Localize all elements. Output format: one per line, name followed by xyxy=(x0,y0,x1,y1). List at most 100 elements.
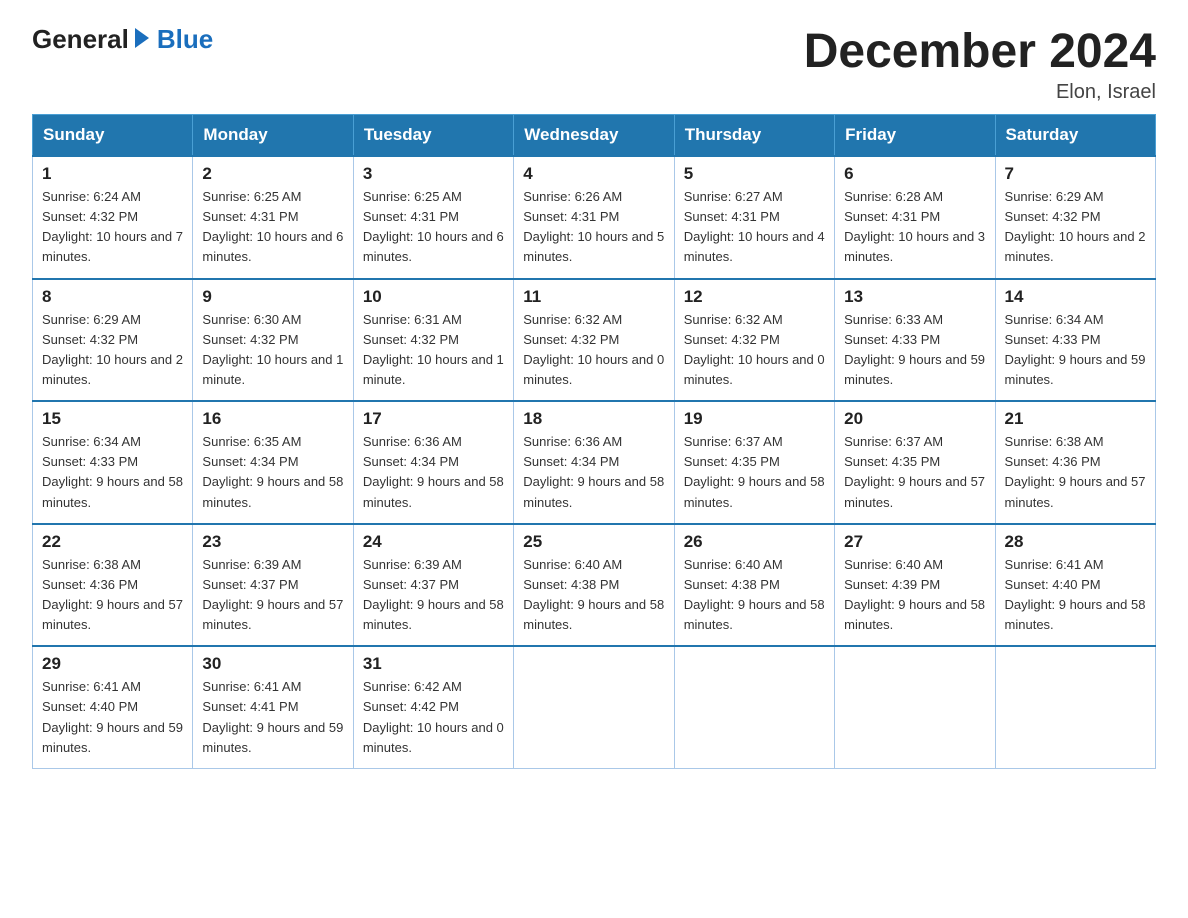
cell-date: 10 xyxy=(363,287,504,307)
header-friday: Friday xyxy=(835,115,995,157)
calendar-cell: 21 Sunrise: 6:38 AMSunset: 4:36 PMDaylig… xyxy=(995,401,1155,524)
page-header: General Blue December 2024 Elon, Israel xyxy=(32,24,1156,104)
logo-text-general: General xyxy=(32,24,129,55)
logo-arrow-icon xyxy=(135,28,149,48)
cell-info: Sunrise: 6:24 AMSunset: 4:32 PMDaylight:… xyxy=(42,189,183,264)
cell-info: Sunrise: 6:37 AMSunset: 4:35 PMDaylight:… xyxy=(844,434,985,509)
calendar-cell: 10 Sunrise: 6:31 AMSunset: 4:32 PMDaylig… xyxy=(353,279,513,402)
header-tuesday: Tuesday xyxy=(353,115,513,157)
header-saturday: Saturday xyxy=(995,115,1155,157)
cell-date: 31 xyxy=(363,654,504,674)
cell-date: 11 xyxy=(523,287,664,307)
cell-info: Sunrise: 6:34 AMSunset: 4:33 PMDaylight:… xyxy=(42,434,183,509)
cell-date: 18 xyxy=(523,409,664,429)
calendar-cell: 17 Sunrise: 6:36 AMSunset: 4:34 PMDaylig… xyxy=(353,401,513,524)
cell-date: 14 xyxy=(1005,287,1146,307)
title-block: December 2024 Elon, Israel xyxy=(804,24,1156,104)
cell-info: Sunrise: 6:39 AMSunset: 4:37 PMDaylight:… xyxy=(363,557,504,632)
calendar-cell: 28 Sunrise: 6:41 AMSunset: 4:40 PMDaylig… xyxy=(995,524,1155,647)
cell-date: 16 xyxy=(202,409,343,429)
cell-info: Sunrise: 6:32 AMSunset: 4:32 PMDaylight:… xyxy=(523,312,664,387)
weekday-header-row: Sunday Monday Tuesday Wednesday Thursday… xyxy=(33,115,1156,157)
cell-info: Sunrise: 6:41 AMSunset: 4:40 PMDaylight:… xyxy=(1005,557,1146,632)
week-row-3: 15 Sunrise: 6:34 AMSunset: 4:33 PMDaylig… xyxy=(33,401,1156,524)
cell-date: 30 xyxy=(202,654,343,674)
header-monday: Monday xyxy=(193,115,353,157)
cell-info: Sunrise: 6:27 AMSunset: 4:31 PMDaylight:… xyxy=(684,189,825,264)
calendar-cell xyxy=(514,646,674,768)
calendar-cell xyxy=(995,646,1155,768)
cell-info: Sunrise: 6:29 AMSunset: 4:32 PMDaylight:… xyxy=(42,312,183,387)
cell-info: Sunrise: 6:32 AMSunset: 4:32 PMDaylight:… xyxy=(684,312,825,387)
cell-info: Sunrise: 6:26 AMSunset: 4:31 PMDaylight:… xyxy=(523,189,664,264)
cell-info: Sunrise: 6:38 AMSunset: 4:36 PMDaylight:… xyxy=(42,557,183,632)
cell-date: 2 xyxy=(202,164,343,184)
calendar-cell: 24 Sunrise: 6:39 AMSunset: 4:37 PMDaylig… xyxy=(353,524,513,647)
calendar-cell: 26 Sunrise: 6:40 AMSunset: 4:38 PMDaylig… xyxy=(674,524,834,647)
calendar-cell: 7 Sunrise: 6:29 AMSunset: 4:32 PMDayligh… xyxy=(995,156,1155,279)
calendar-cell: 14 Sunrise: 6:34 AMSunset: 4:33 PMDaylig… xyxy=(995,279,1155,402)
calendar-cell: 5 Sunrise: 6:27 AMSunset: 4:31 PMDayligh… xyxy=(674,156,834,279)
cell-date: 28 xyxy=(1005,532,1146,552)
cell-date: 25 xyxy=(523,532,664,552)
cell-date: 20 xyxy=(844,409,985,429)
cell-date: 15 xyxy=(42,409,183,429)
calendar-cell: 4 Sunrise: 6:26 AMSunset: 4:31 PMDayligh… xyxy=(514,156,674,279)
cell-info: Sunrise: 6:41 AMSunset: 4:40 PMDaylight:… xyxy=(42,679,183,754)
calendar-cell: 1 Sunrise: 6:24 AMSunset: 4:32 PMDayligh… xyxy=(33,156,193,279)
cell-date: 7 xyxy=(1005,164,1146,184)
calendar-cell xyxy=(674,646,834,768)
calendar-table: Sunday Monday Tuesday Wednesday Thursday… xyxy=(32,114,1156,769)
calendar-cell xyxy=(835,646,995,768)
logo: General Blue xyxy=(32,24,213,55)
calendar-cell: 13 Sunrise: 6:33 AMSunset: 4:33 PMDaylig… xyxy=(835,279,995,402)
cell-info: Sunrise: 6:28 AMSunset: 4:31 PMDaylight:… xyxy=(844,189,985,264)
cell-info: Sunrise: 6:35 AMSunset: 4:34 PMDaylight:… xyxy=(202,434,343,509)
week-row-5: 29 Sunrise: 6:41 AMSunset: 4:40 PMDaylig… xyxy=(33,646,1156,768)
cell-date: 29 xyxy=(42,654,183,674)
cell-date: 1 xyxy=(42,164,183,184)
cell-info: Sunrise: 6:41 AMSunset: 4:41 PMDaylight:… xyxy=(202,679,343,754)
cell-info: Sunrise: 6:39 AMSunset: 4:37 PMDaylight:… xyxy=(202,557,343,632)
cell-date: 8 xyxy=(42,287,183,307)
calendar-cell: 31 Sunrise: 6:42 AMSunset: 4:42 PMDaylig… xyxy=(353,646,513,768)
cell-date: 27 xyxy=(844,532,985,552)
cell-info: Sunrise: 6:25 AMSunset: 4:31 PMDaylight:… xyxy=(202,189,343,264)
cell-info: Sunrise: 6:25 AMSunset: 4:31 PMDaylight:… xyxy=(363,189,504,264)
calendar-cell: 11 Sunrise: 6:32 AMSunset: 4:32 PMDaylig… xyxy=(514,279,674,402)
logo-text-blue: Blue xyxy=(157,24,213,55)
cell-info: Sunrise: 6:33 AMSunset: 4:33 PMDaylight:… xyxy=(844,312,985,387)
cell-date: 9 xyxy=(202,287,343,307)
cell-date: 6 xyxy=(844,164,985,184)
cell-info: Sunrise: 6:37 AMSunset: 4:35 PMDaylight:… xyxy=(684,434,825,509)
cell-date: 3 xyxy=(363,164,504,184)
month-title: December 2024 xyxy=(804,24,1156,79)
calendar-cell: 12 Sunrise: 6:32 AMSunset: 4:32 PMDaylig… xyxy=(674,279,834,402)
calendar-cell: 30 Sunrise: 6:41 AMSunset: 4:41 PMDaylig… xyxy=(193,646,353,768)
cell-info: Sunrise: 6:36 AMSunset: 4:34 PMDaylight:… xyxy=(523,434,664,509)
calendar-cell: 9 Sunrise: 6:30 AMSunset: 4:32 PMDayligh… xyxy=(193,279,353,402)
calendar-cell: 29 Sunrise: 6:41 AMSunset: 4:40 PMDaylig… xyxy=(33,646,193,768)
calendar-cell: 18 Sunrise: 6:36 AMSunset: 4:34 PMDaylig… xyxy=(514,401,674,524)
cell-date: 23 xyxy=(202,532,343,552)
header-sunday: Sunday xyxy=(33,115,193,157)
cell-date: 4 xyxy=(523,164,664,184)
location: Elon, Israel xyxy=(804,81,1156,104)
cell-date: 12 xyxy=(684,287,825,307)
cell-date: 13 xyxy=(844,287,985,307)
calendar-cell: 23 Sunrise: 6:39 AMSunset: 4:37 PMDaylig… xyxy=(193,524,353,647)
calendar-cell: 22 Sunrise: 6:38 AMSunset: 4:36 PMDaylig… xyxy=(33,524,193,647)
week-row-2: 8 Sunrise: 6:29 AMSunset: 4:32 PMDayligh… xyxy=(33,279,1156,402)
calendar-cell: 6 Sunrise: 6:28 AMSunset: 4:31 PMDayligh… xyxy=(835,156,995,279)
cell-date: 24 xyxy=(363,532,504,552)
header-thursday: Thursday xyxy=(674,115,834,157)
cell-info: Sunrise: 6:40 AMSunset: 4:38 PMDaylight:… xyxy=(523,557,664,632)
cell-info: Sunrise: 6:29 AMSunset: 4:32 PMDaylight:… xyxy=(1005,189,1146,264)
cell-date: 21 xyxy=(1005,409,1146,429)
cell-info: Sunrise: 6:36 AMSunset: 4:34 PMDaylight:… xyxy=(363,434,504,509)
cell-info: Sunrise: 6:40 AMSunset: 4:39 PMDaylight:… xyxy=(844,557,985,632)
calendar-cell: 27 Sunrise: 6:40 AMSunset: 4:39 PMDaylig… xyxy=(835,524,995,647)
header-wednesday: Wednesday xyxy=(514,115,674,157)
calendar-cell: 15 Sunrise: 6:34 AMSunset: 4:33 PMDaylig… xyxy=(33,401,193,524)
calendar-cell: 16 Sunrise: 6:35 AMSunset: 4:34 PMDaylig… xyxy=(193,401,353,524)
